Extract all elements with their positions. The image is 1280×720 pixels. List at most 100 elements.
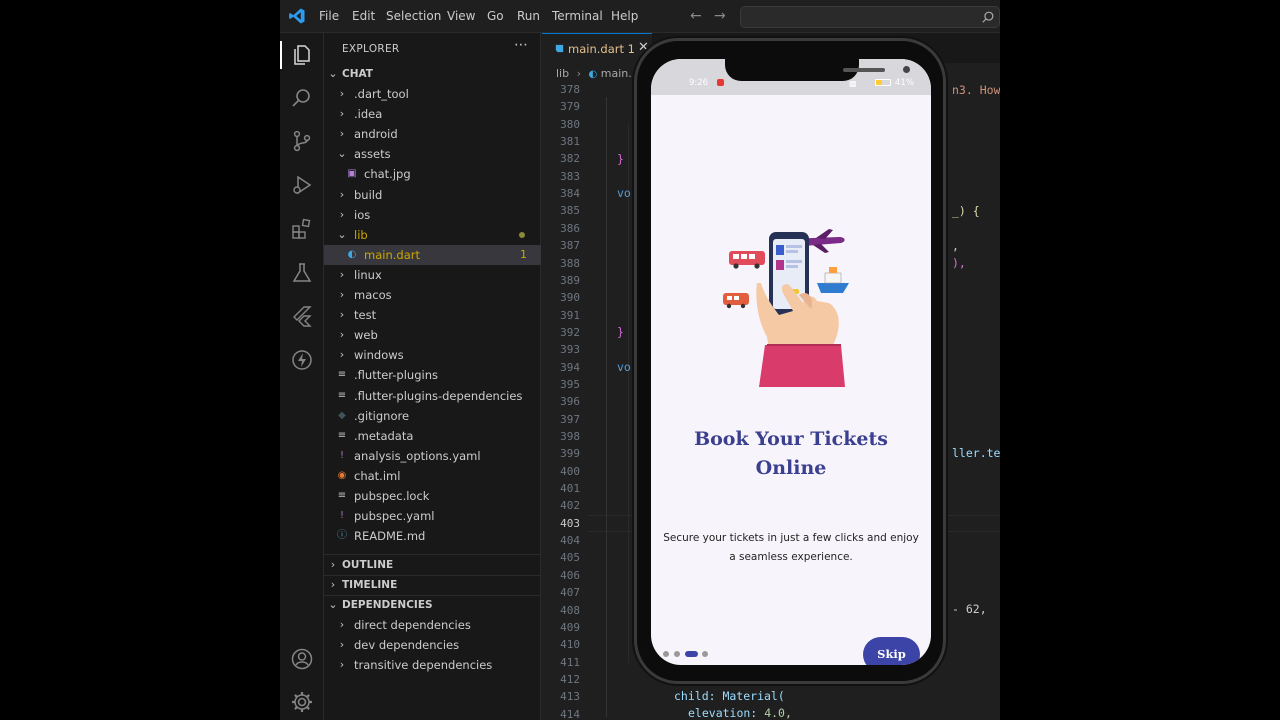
menu-terminal[interactable]: Terminal: [552, 9, 603, 23]
folder-item[interactable]: › linux: [324, 265, 541, 285]
back-arrow-icon[interactable]: ←: [690, 8, 702, 24]
code-keyword: vo: [617, 186, 631, 200]
settings-gear-icon[interactable]: [289, 689, 315, 715]
active-indicator: [280, 41, 282, 69]
folder-item[interactable]: › .dart_tool: [324, 84, 541, 104]
file-item[interactable]: ⓘ README.md: [324, 526, 541, 546]
file-item[interactable]: ◐ main.dart 1: [324, 244, 541, 265]
rss-file-icon: ◉: [337, 469, 347, 481]
front-camera: [903, 66, 910, 73]
image-file-icon: ▣: [347, 168, 357, 180]
breadcrumb: lib › ◐ main.: [556, 67, 632, 80]
project-folder[interactable]: ⌄ CHAT: [324, 64, 541, 84]
line-number: 388: [560, 256, 580, 270]
yaml-file-icon: !: [339, 510, 344, 522]
tree-item-label: windows: [354, 348, 404, 363]
folder-item[interactable]: › build: [324, 185, 541, 205]
section-timeline[interactable]: › TIMELINE: [324, 575, 541, 595]
source-control-icon[interactable]: [289, 128, 315, 154]
file-item[interactable]: ≡ .metadata: [324, 426, 541, 446]
indent-guide: [606, 97, 607, 717]
breadcrumb-folder[interactable]: lib: [556, 67, 569, 80]
section-dependencies[interactable]: ⌄ DEPENDENCIES: [324, 595, 541, 615]
folder-item[interactable]: › .idea: [324, 104, 541, 124]
folder-item[interactable]: › windows: [324, 345, 541, 365]
section-outline[interactable]: › OUTLINE: [324, 555, 541, 575]
search-icon[interactable]: [289, 85, 315, 111]
file-item[interactable]: ≡ .flutter-plugins-dependencies: [324, 386, 541, 406]
page-dot[interactable]: [663, 651, 669, 657]
folder-item[interactable]: ⌄ assets: [324, 144, 541, 164]
folder-item[interactable]: ⌄ lib: [324, 225, 541, 245]
forward-arrow-icon[interactable]: →: [714, 8, 726, 24]
menu-edit[interactable]: Edit: [352, 9, 375, 23]
tree-item-label: linux: [354, 267, 382, 282]
folder-item[interactable]: › android: [324, 124, 541, 144]
flutter-icon[interactable]: [289, 303, 315, 329]
dependency-dev[interactable]: › dev dependencies: [324, 635, 541, 655]
folder-item[interactable]: › ios: [324, 205, 541, 225]
file-item[interactable]: ≡ .flutter-plugins: [324, 365, 541, 385]
page-dot[interactable]: [674, 651, 680, 657]
tree-item-label: .idea: [354, 107, 383, 122]
line-number: 408: [560, 603, 580, 617]
line-number: 391: [560, 308, 580, 322]
folder-item[interactable]: › macos: [324, 285, 541, 305]
dependency-transitive[interactable]: › transitive dependencies: [324, 655, 541, 675]
text-file-icon: ≡: [337, 369, 347, 381]
code-keyword: vo: [617, 360, 631, 374]
chevron-down-icon: ⌄: [328, 67, 338, 80]
file-item[interactable]: ▣ chat.jpg: [324, 164, 541, 184]
dart-file-icon: [555, 44, 564, 53]
tree-item-label: .flutter-plugins-dependencies: [354, 388, 523, 403]
menu-file[interactable]: File: [319, 9, 339, 23]
dart-file-icon: ◐: [347, 248, 357, 260]
menu-help[interactable]: Help: [611, 9, 638, 23]
battery-level: 41%: [895, 78, 914, 88]
more-actions-icon[interactable]: ⋯: [514, 37, 528, 53]
account-icon[interactable]: [289, 646, 315, 672]
line-number: 401: [560, 482, 580, 496]
chevron-right-icon: ›: [330, 578, 336, 591]
phone-screen[interactable]: 9:26 ▩ 41% Book Your Tickets Online Secu…: [651, 59, 931, 665]
file-item[interactable]: ≡ pubspec.lock: [324, 486, 541, 506]
code-identifier: ller.tex: [952, 446, 1000, 460]
dependency-direct[interactable]: › direct dependencies: [324, 615, 541, 635]
text-file-icon: ≡: [337, 389, 347, 401]
file-item[interactable]: ◆ .gitignore: [324, 406, 541, 426]
line-number: 398: [560, 430, 580, 443]
breadcrumb-file[interactable]: main.: [601, 67, 632, 80]
extensions-icon[interactable]: [289, 216, 315, 242]
chevron-right-icon: ›: [330, 558, 336, 571]
page-dot[interactable]: [702, 651, 708, 657]
testing-flask-icon[interactable]: [289, 260, 315, 286]
run-debug-icon[interactable]: [289, 172, 315, 198]
file-item[interactable]: ! pubspec.yaml: [324, 506, 541, 526]
line-number: 412: [560, 672, 580, 686]
folder-item[interactable]: › test: [324, 305, 541, 325]
menu-run[interactable]: Run: [517, 9, 540, 23]
menu-go[interactable]: Go: [487, 9, 504, 23]
file-item[interactable]: ◉ chat.iml: [324, 466, 541, 486]
command-center-search[interactable]: [740, 6, 1000, 28]
line-number: 379: [560, 100, 580, 114]
line-number: 410: [560, 638, 580, 652]
chevron-right-icon: ›: [339, 267, 345, 281]
code-brace: }: [617, 325, 624, 339]
menu-view[interactable]: View: [447, 9, 475, 23]
folder-item[interactable]: › web: [324, 325, 541, 345]
info-file-icon: ⓘ: [337, 530, 347, 542]
page-dot-active[interactable]: [685, 651, 698, 657]
lightning-icon[interactable]: [289, 347, 315, 373]
chevron-right-icon: ›: [339, 328, 345, 342]
explorer-icon[interactable]: [289, 42, 315, 68]
battery-icon: [875, 79, 891, 86]
chevron-right-icon: ›: [339, 308, 345, 322]
chevron-right-icon: ›: [339, 638, 345, 651]
file-item[interactable]: ! analysis_options.yaml: [324, 446, 541, 466]
menu-selection[interactable]: Selection: [386, 9, 441, 23]
chevron-right-icon: ›: [339, 618, 345, 631]
skip-button[interactable]: Skip: [863, 637, 920, 665]
tab-main-dart[interactable]: main.dart 1 ✕: [542, 33, 652, 63]
code-punct: ),: [952, 256, 966, 270]
